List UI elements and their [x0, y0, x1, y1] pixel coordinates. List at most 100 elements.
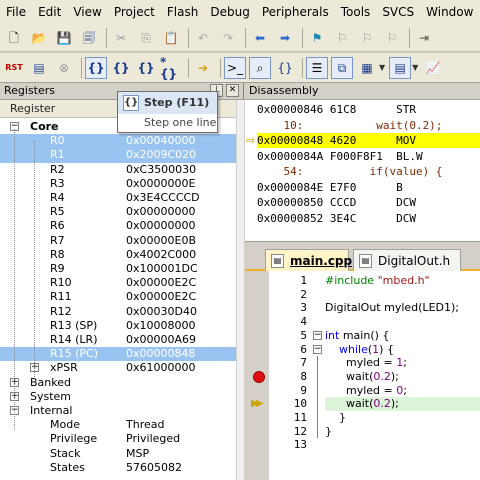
menu-window[interactable]: Window	[426, 5, 473, 19]
paste-icon[interactable]: 📋	[160, 27, 182, 49]
command-window-icon[interactable]: >_	[224, 56, 246, 79]
internal-row[interactable]: Privilege Privileged	[0, 432, 236, 446]
code-line[interactable]: }	[325, 425, 332, 439]
analysis-window-icon[interactable]: 📈	[422, 57, 444, 79]
disassembly-line[interactable]: 0x0000084A F000F8F1 BL.W	[257, 149, 480, 164]
code-line[interactable]: }	[325, 411, 346, 425]
breakpoint-icon[interactable]	[253, 370, 265, 383]
save-icon[interactable]: 💾	[53, 27, 75, 49]
register-row[interactable]: R7 0x00000E0B	[0, 234, 236, 248]
code-line[interactable]: while(1) {	[325, 343, 394, 357]
bookmark-icon[interactable]: ⚑	[306, 27, 328, 49]
fold-toggle-icon[interactable]: −	[313, 330, 322, 340]
step-over-icon[interactable]: {}	[110, 57, 132, 79]
run-to-cursor-icon[interactable]: *{}	[160, 56, 182, 80]
disassembly-line[interactable]: 0x00000848 4620 MOV	[257, 133, 480, 148]
disassembly-line[interactable]: 54: if(value) {	[257, 164, 480, 179]
register-row[interactable]: R3 0x0000000E	[0, 177, 236, 191]
menu-edit[interactable]: Edit	[38, 5, 61, 19]
code-line[interactable]: wait(0.2);	[325, 397, 480, 411]
register-row[interactable]: R6 0x00000000	[0, 219, 236, 233]
register-row[interactable]: R12 0x00030D40	[0, 305, 236, 319]
code-line[interactable]: myled = 0;	[325, 384, 407, 398]
current-line-arrow-icon: ▶▶	[251, 398, 263, 410]
step-into-icon[interactable]: {}	[85, 56, 107, 79]
code-token: ;	[403, 383, 407, 397]
watch-window-icon[interactable]: ▦	[356, 57, 378, 79]
close-icon[interactable]: ✕	[226, 84, 239, 97]
menu-file[interactable]: File	[6, 5, 26, 19]
menu-flash[interactable]: Flash	[167, 5, 198, 19]
disassembly-line[interactable]: 10: wait(0.2);	[257, 118, 480, 133]
panel-title-text: Disassembly	[249, 84, 319, 97]
symbols-window-icon[interactable]: {}	[274, 57, 296, 79]
register-row[interactable]: R15 (PC) 0x00000848	[0, 347, 236, 362]
nav-back-icon[interactable]: ⬅	[249, 27, 271, 49]
internal-row[interactable]: Stack MSP	[0, 447, 236, 461]
menu-tools[interactable]: Tools	[341, 5, 371, 19]
chevron-down-icon[interactable]: ▼	[379, 63, 385, 72]
code-line[interactable]: DigitalOut myled(LED1);	[325, 301, 459, 315]
register-row[interactable]: R9 0x100001DC	[0, 262, 236, 276]
menu-view[interactable]: View	[73, 5, 101, 19]
register-row[interactable]: R14 (LR) 0x00000A69	[0, 333, 236, 347]
tab-digitalout-h[interactable]: ▤ DigitalOut.h	[353, 249, 461, 271]
internal-row[interactable]: States 57605082	[0, 461, 236, 475]
disassembly-window-icon[interactable]: ⌕	[249, 56, 271, 79]
menu-project[interactable]: Project	[114, 5, 155, 19]
register-row[interactable]: R13 (SP) 0x10008000	[0, 319, 236, 333]
bookmark-next-icon[interactable]: ⚐	[356, 27, 378, 49]
show-next-statement-icon[interactable]: ➔	[192, 57, 214, 79]
bookmark-clear-icon[interactable]: ⚐	[381, 27, 403, 49]
memory-window-icon[interactable]: ▤	[389, 56, 412, 79]
code-line[interactable]: int main() {	[325, 329, 389, 343]
open-folder-icon[interactable]: 📂	[28, 27, 50, 49]
registers-window-icon[interactable]: ☰	[306, 56, 328, 79]
step-out-icon[interactable]: {}	[135, 57, 157, 79]
reset-label: RST	[5, 63, 23, 72]
register-name: Stack	[50, 446, 81, 460]
vertical-scrollbar[interactable]	[236, 100, 244, 480]
register-row[interactable]: R11 0x00000E2C	[0, 290, 236, 304]
fold-toggle-icon[interactable]: −	[313, 344, 322, 354]
redo-icon[interactable]: ↷	[217, 27, 239, 49]
register-row[interactable]: R4 0x3E4CCCCD	[0, 191, 236, 205]
save-all-icon[interactable]: 🗐	[78, 27, 100, 49]
register-row[interactable]: R1 0x2009C020	[0, 148, 236, 163]
cut-icon[interactable]: ✂	[110, 27, 132, 49]
code-editor[interactable]: 1 2 3 4 5 6 7 8 9 10 11 12 13 #include "mbed.h" Digita…	[245, 271, 480, 480]
indent-icon[interactable]: ⇥	[413, 27, 435, 49]
nav-forward-icon[interactable]: ➡	[274, 27, 296, 49]
group-system[interactable]: System	[0, 390, 236, 404]
disassembly-line[interactable]: 0x00000852 3E4C DCW	[257, 211, 480, 226]
disassembly-line[interactable]: 0x0000084E E7F0 B	[257, 180, 480, 195]
new-file-icon[interactable]: 🗋	[3, 27, 25, 49]
tab-label: main.cpp	[290, 254, 353, 268]
undo-icon[interactable]: ↶	[192, 27, 214, 49]
stop-icon[interactable]: ⊗	[53, 57, 75, 79]
code-line[interactable]: #include "mbed.h"	[325, 274, 430, 288]
menu-peripherals[interactable]: Peripherals	[262, 5, 329, 19]
call-stack-window-icon[interactable]: ⧉	[331, 56, 353, 79]
reset-icon[interactable]: RST	[3, 57, 25, 79]
group-banked[interactable]: Banked	[0, 376, 236, 390]
menu-debug[interactable]: Debug	[210, 5, 249, 19]
register-row[interactable]: R0 0x00040000	[0, 134, 236, 149]
register-row[interactable]: R10 0x00000E2C	[0, 276, 236, 290]
code-line[interactable]: myled = 1;	[325, 356, 407, 370]
register-row[interactable]: R8 0x4002C000	[0, 248, 236, 262]
tab-main-cpp[interactable]: ▤ main.cpp	[265, 249, 353, 271]
code-token: DigitalOut myled(LED1);	[325, 301, 459, 315]
run-icon[interactable]: ▤	[28, 57, 50, 79]
disassembly-line[interactable]: 0x00000850 CCCD DCW	[257, 195, 480, 210]
register-row[interactable]: R2 0xC3500030	[0, 163, 236, 177]
code-line[interactable]: wait(0.2);	[325, 370, 399, 384]
group-internal[interactable]: Internal	[0, 404, 236, 418]
copy-icon[interactable]: ⎘	[135, 27, 157, 49]
menu-svcs[interactable]: SVCS	[382, 5, 414, 19]
bookmark-prev-icon[interactable]: ⚐	[331, 27, 353, 49]
internal-row[interactable]: Mode Thread	[0, 418, 236, 432]
disassembly-line[interactable]: 0x00000846 61C8 STR	[257, 102, 480, 117]
register-row[interactable]: R5 0x00000000	[0, 205, 236, 219]
chevron-down-icon[interactable]: ▼	[412, 63, 418, 72]
